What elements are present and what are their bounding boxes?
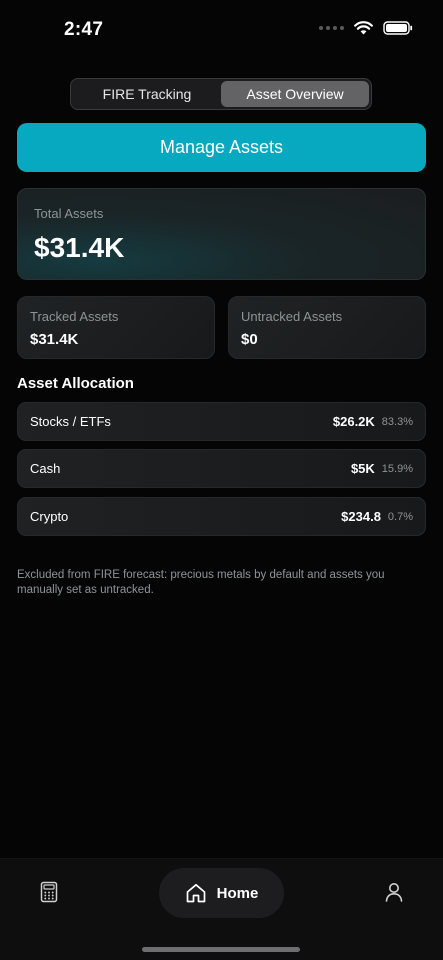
view-segmented-control: FIRE Tracking Asset Overview: [70, 78, 372, 110]
total-assets-card: Total Assets $31.4K: [17, 188, 426, 280]
manage-assets-button[interactable]: Manage Assets: [17, 123, 426, 172]
allocation-value: $5K: [350, 461, 375, 476]
untracked-assets-card: Untracked Assets $0: [228, 296, 426, 359]
asset-allocation-title: Asset Allocation: [17, 375, 134, 392]
home-indicator[interactable]: [142, 947, 300, 952]
allocation-name: Crypto: [30, 509, 69, 524]
wifi-icon: [354, 21, 373, 35]
bottom-tab-bar: Home: [0, 858, 443, 960]
allocation-percent: 83.3%: [381, 415, 413, 428]
asset-overview-screen: 2:47 FIRE Tracking Asset Overview Manage…: [0, 0, 443, 960]
status-time: 2:47: [64, 19, 104, 40]
tab-asset-overview[interactable]: Asset Overview: [221, 81, 369, 107]
profile-icon[interactable]: [383, 881, 405, 903]
allocation-row-crypto[interactable]: Crypto $234.8 0.7%: [17, 497, 426, 536]
tracked-assets-value: $31.4K: [30, 331, 79, 348]
fire-forecast-footnote: Excluded from FIRE forecast: precious me…: [17, 569, 385, 596]
calculator-icon[interactable]: [38, 881, 60, 903]
status-icons: [319, 21, 413, 35]
tab-home-label: Home: [216, 884, 259, 902]
untracked-assets-value: $0: [241, 331, 258, 348]
total-assets-label: Total Assets: [34, 206, 104, 221]
allocation-percent: 0.7%: [387, 510, 413, 523]
cellular-signal-icon: [319, 26, 344, 30]
allocation-row-cash[interactable]: Cash $5K 15.9%: [17, 449, 426, 488]
allocation-name: Stocks / ETFs: [30, 414, 111, 429]
allocation-percent: 15.9%: [381, 462, 413, 475]
tab-fire-tracking[interactable]: FIRE Tracking: [73, 81, 221, 107]
allocation-row-stocks[interactable]: Stocks / ETFs $26.2K 83.3%: [17, 402, 426, 441]
tracked-assets-card: Tracked Assets $31.4K: [17, 296, 215, 359]
tracked-assets-label: Tracked Assets: [30, 309, 119, 324]
untracked-assets-label: Untracked Assets: [241, 309, 343, 324]
allocation-value: $26.2K: [332, 414, 375, 429]
home-icon: [186, 883, 206, 903]
allocation-name: Cash: [30, 461, 61, 476]
status-bar: 2:47: [0, 0, 443, 60]
allocation-value: $234.8: [341, 509, 381, 524]
tab-home[interactable]: Home: [159, 868, 284, 918]
battery-icon: [383, 21, 413, 35]
total-assets-value: $31.4K: [34, 232, 125, 263]
